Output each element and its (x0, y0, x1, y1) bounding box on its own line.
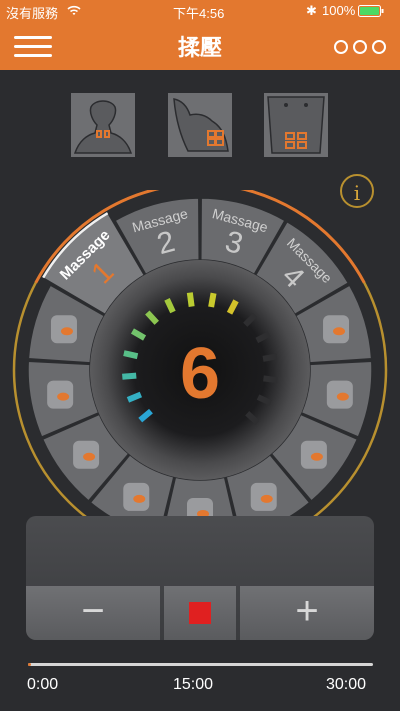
zone-highlight (336, 392, 349, 401)
preset-shoulder-button[interactable] (168, 93, 232, 157)
bluetooth-icon: ✱ (306, 3, 317, 18)
status-bar: 沒有服務 下午4:56 ✱ 100% (0, 0, 400, 22)
shoulder-figure-icon (173, 98, 229, 152)
intensity-tick (122, 372, 137, 380)
more-options-icon[interactable] (334, 40, 386, 54)
battery-percent: 100% (322, 3, 356, 18)
zone-highlight (57, 392, 70, 401)
intensity-tick (123, 350, 139, 360)
timer-progress-fill (28, 663, 32, 666)
zone-highlight (260, 494, 273, 503)
timer-progress-bar[interactable] (28, 663, 373, 666)
control-panel: − + (26, 516, 374, 640)
timer-start-label: 0:00 (27, 676, 59, 693)
wifi-icon (66, 3, 82, 20)
zone-highlight (83, 452, 96, 461)
timer-end-label: 30:00 (326, 676, 367, 693)
zone-highlight (60, 327, 73, 336)
app-bar: 揉壓 (0, 22, 400, 70)
intensity-tick (262, 353, 278, 362)
status-time: 下午4:56 (173, 6, 225, 21)
intensity-tick (263, 375, 278, 384)
zone-highlight (310, 452, 323, 461)
abdomen-figure-icon (267, 96, 325, 154)
zone-highlight (133, 494, 146, 503)
carrier-text: 沒有服務 (6, 6, 59, 21)
decrease-intensity-button[interactable]: − (26, 586, 160, 640)
timer-mid-label: 15:00 (173, 676, 214, 693)
massage-dial: Massage1Massage2Massage3 Massage4 6 (12, 190, 388, 550)
zone-highlight (333, 327, 346, 336)
increase-intensity-button[interactable]: + (240, 586, 374, 640)
intensity-tick (186, 292, 195, 307)
intensity-value: 6 (180, 334, 220, 414)
preset-neck-back-button[interactable] (71, 93, 135, 157)
preset-abdomen-button[interactable] (264, 93, 328, 157)
stop-icon (189, 602, 211, 624)
intensity-tick (208, 292, 217, 308)
neck-back-figure-icon (73, 100, 133, 154)
stop-button[interactable] (164, 586, 236, 640)
battery-icon (358, 5, 384, 20)
